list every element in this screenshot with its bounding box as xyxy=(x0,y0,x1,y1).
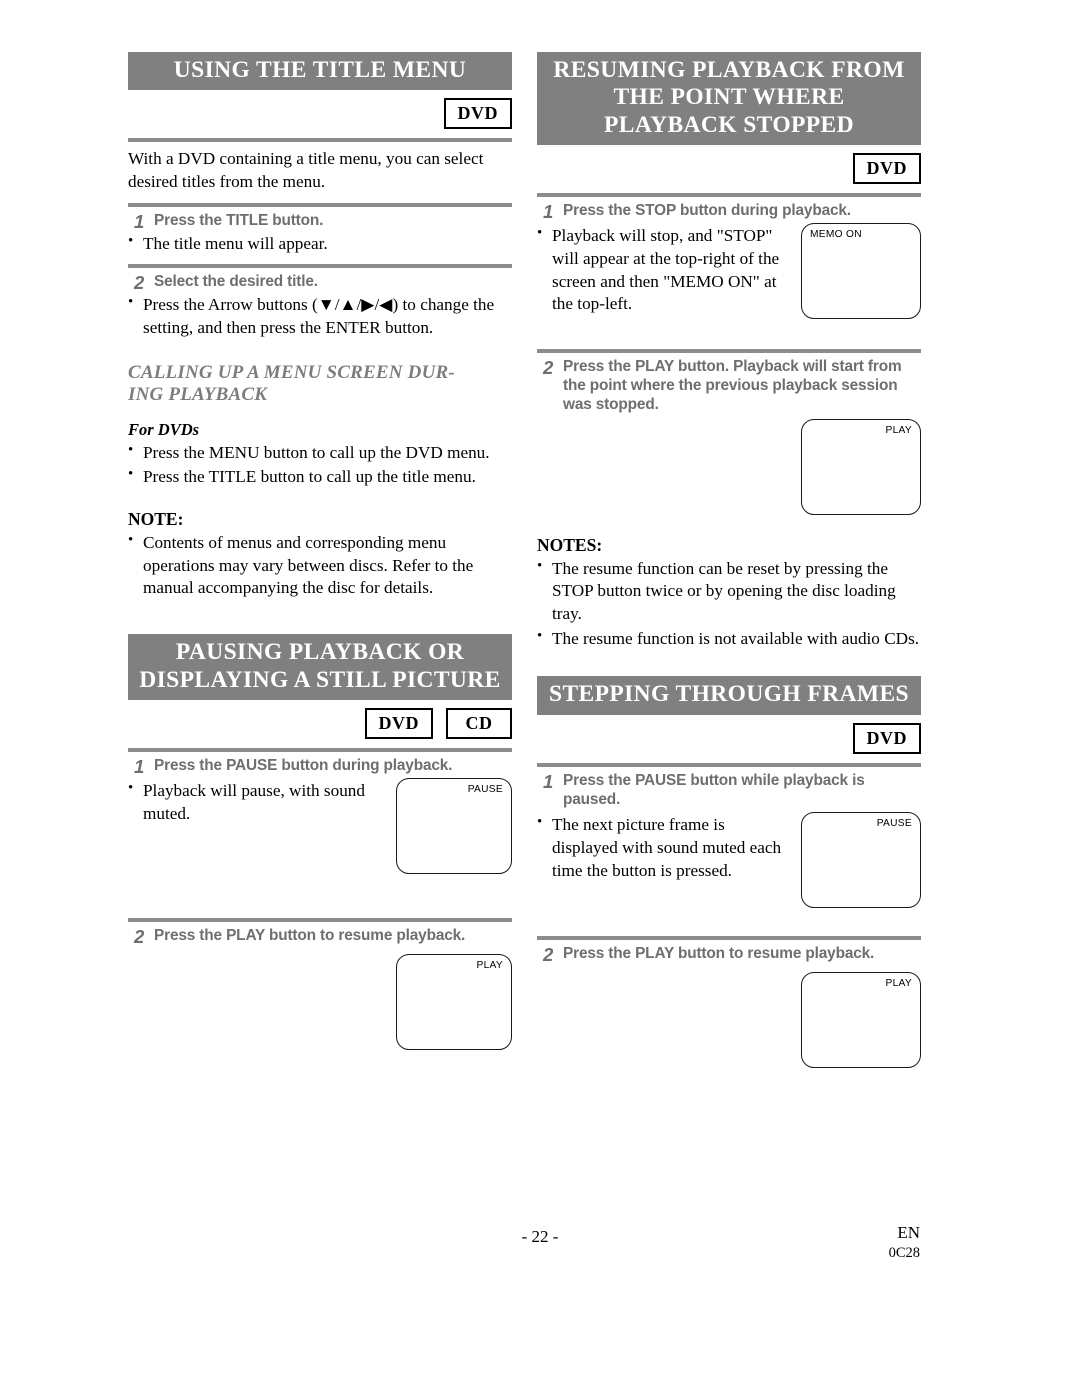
tv-screen-illustration: PLAY xyxy=(396,953,512,1050)
step-illustration-row: PLAY xyxy=(537,972,921,1069)
disc-badge-dvd: DVD xyxy=(364,708,433,740)
left-column: USING THE TITLE MENU DVD With a DVD cont… xyxy=(128,52,512,1050)
step-label: Press the PLAY button to resume playback… xyxy=(154,926,466,944)
step-bullet: The title menu will appear. xyxy=(128,232,512,256)
disc-badge-row: DVD xyxy=(537,153,921,185)
step-divider-rule xyxy=(537,936,921,941)
step-illustration-row: PLAY xyxy=(128,953,512,1050)
step-divider-rule xyxy=(128,202,512,207)
step-label: Press the STOP button during playback. xyxy=(563,202,851,220)
footer-meta: EN 0C28 xyxy=(889,1222,920,1263)
section-heading-banner: STEPPING THROUGH FRAMES xyxy=(537,676,921,715)
section-heading-line: RESUMING PLAYBACK FROM xyxy=(553,57,905,83)
tv-screen-osd-label: PLAY xyxy=(476,959,503,971)
step-number: 2 xyxy=(543,944,554,966)
step-1: 1 Press the PAUSE button during playback… xyxy=(128,756,512,778)
step-illustration-row: Playback will pause, with sound muted. P… xyxy=(128,777,512,874)
step-number: 2 xyxy=(543,357,554,379)
step-illustration-row: PLAY xyxy=(537,418,921,515)
step-2: 2 Select the desired title. xyxy=(128,272,512,294)
disc-badge-row: DVD xyxy=(128,98,512,130)
step-label: Press the PLAY button. Playback will sta… xyxy=(563,358,902,413)
disc-badge-row: DVD xyxy=(537,722,921,754)
for-dvds-heading: For DVDs xyxy=(128,419,200,439)
section-heading-banner: USING THE TITLE MENU xyxy=(128,52,512,91)
step-label: Select the desired title. xyxy=(154,273,318,291)
step-label: Press the PAUSE button while playback is… xyxy=(563,771,865,808)
step-number: 2 xyxy=(134,925,145,947)
step-illustration-row: Playback will stop, and "STOP" will appe… xyxy=(537,223,921,320)
tv-screen-illustration: PLAY xyxy=(801,972,921,1069)
step-bullet: Press the Arrow buttons (▼/▲/▶/◀) to cha… xyxy=(128,293,512,339)
step-divider-rule xyxy=(128,264,512,269)
disc-badge-cd: CD xyxy=(446,708,512,740)
section-divider-rule xyxy=(537,193,921,198)
step-bullet: Playback will pause, with sound muted. xyxy=(128,779,382,825)
disc-badge-dvd: DVD xyxy=(443,98,512,130)
manual-page: USING THE TITLE MENU DVD With a DVD cont… xyxy=(0,0,1080,1397)
tv-screen-osd-label: PAUSE xyxy=(467,783,503,795)
section-heading-line: PAUSING PLAYBACK OR xyxy=(175,639,465,666)
step-label: Press the PAUSE button during playback. xyxy=(154,757,453,775)
section-pausing-playback: PAUSING PLAYBACK OR DISPLAYING A STILL P… xyxy=(128,634,512,1050)
tv-screen-osd-label: PAUSE xyxy=(876,818,912,830)
step-2: 2 Press the PLAY button to resume playba… xyxy=(128,925,512,947)
right-column: RESUMING PLAYBACK FROM THE POINT WHERE P… xyxy=(537,52,921,1069)
step-number: 1 xyxy=(543,201,554,223)
step-label: Press the TITLE button. xyxy=(154,211,324,229)
step-number: 1 xyxy=(543,770,554,792)
disc-badge-dvd: DVD xyxy=(852,722,921,754)
section-stepping-through-frames: STEPPING THROUGH FRAMES DVD 1 Press the … xyxy=(537,676,921,1069)
tv-screen-illustration: MEMO ON xyxy=(801,223,921,320)
disc-badge-dvd: DVD xyxy=(852,153,921,185)
step-1: 1 Press the TITLE button. xyxy=(128,210,512,232)
footer-language-code: EN xyxy=(897,1223,920,1242)
subsection-heading-line: ING PLAYBACK xyxy=(128,383,268,405)
disc-badge-row: DVD CD xyxy=(128,708,512,740)
section-heading-line: DISPLAYING A STILL PICTURE xyxy=(139,666,501,693)
section-heading-line: USING THE TITLE MENU xyxy=(173,57,467,83)
section-heading-line: PLAYBACK STOPPED xyxy=(604,111,854,138)
section-using-the-title-menu: USING THE TITLE MENU DVD With a DVD cont… xyxy=(128,52,512,600)
note-bullet: The resume function can be reset by pres… xyxy=(537,557,921,626)
section-heading-line: STEPPING THROUGH FRAMES xyxy=(548,681,909,708)
for-dvds-bullet: Press the TITLE button to call up the ti… xyxy=(128,465,512,489)
section-divider-rule xyxy=(537,762,921,767)
tv-screen-osd-label: PLAY xyxy=(885,978,912,990)
section-intro-text: With a DVD containing a title menu, you … xyxy=(128,149,484,192)
step-2: 2 Press the PLAY button. Playback will s… xyxy=(537,357,921,414)
section-heading-banner: PAUSING PLAYBACK OR DISPLAYING A STILL P… xyxy=(128,634,512,701)
notes-heading: NOTES: xyxy=(537,534,603,555)
step-1: 1 Press the STOP button during playback. xyxy=(537,201,921,223)
step-label: Press the PLAY button to resume playback… xyxy=(563,945,875,963)
section-resuming-playback: RESUMING PLAYBACK FROM THE POINT WHERE P… xyxy=(537,52,921,650)
note-bullet: Contents of menus and corresponding menu… xyxy=(128,531,512,600)
step-divider-rule xyxy=(128,917,512,922)
section-divider-rule xyxy=(128,138,512,143)
step-2: 2 Press the PLAY button to resume playba… xyxy=(537,944,921,966)
footer-doc-code: 0C28 xyxy=(888,1245,920,1262)
section-divider-rule xyxy=(128,748,512,753)
section-heading-banner: RESUMING PLAYBACK FROM THE POINT WHERE P… xyxy=(537,52,921,146)
tv-screen-osd-label: MEMO ON xyxy=(810,229,862,241)
subsection-heading-line: CALLING UP A MENU SCREEN DUR- xyxy=(128,361,455,383)
step-number: 1 xyxy=(134,756,145,778)
step-number: 1 xyxy=(134,210,145,232)
step-number: 2 xyxy=(134,272,145,294)
section-heading-line: THE POINT WHERE xyxy=(613,84,845,111)
step-bullet: Playback will stop, and "STOP" will appe… xyxy=(537,224,789,316)
step-1: 1 Press the PAUSE button while playback … xyxy=(537,770,921,810)
note-heading: NOTE: xyxy=(128,509,184,530)
tv-screen-osd-label: PLAY xyxy=(885,424,912,436)
step-illustration-row: The next picture frame is displayed with… xyxy=(537,812,921,909)
note-bullet: The resume function is not available wit… xyxy=(537,627,921,651)
for-dvds-bullet: Press the MENU button to call up the DVD… xyxy=(128,441,512,465)
tv-screen-illustration: PAUSE xyxy=(801,812,921,909)
tv-screen-illustration: PAUSE xyxy=(396,777,512,874)
step-bullet: The next picture frame is displayed with… xyxy=(537,813,787,882)
step-divider-rule xyxy=(537,349,921,354)
tv-screen-illustration: PLAY xyxy=(801,418,921,515)
subsection-heading: CALLING UP A MENU SCREEN DUR- ING PLAYBA… xyxy=(128,362,512,406)
